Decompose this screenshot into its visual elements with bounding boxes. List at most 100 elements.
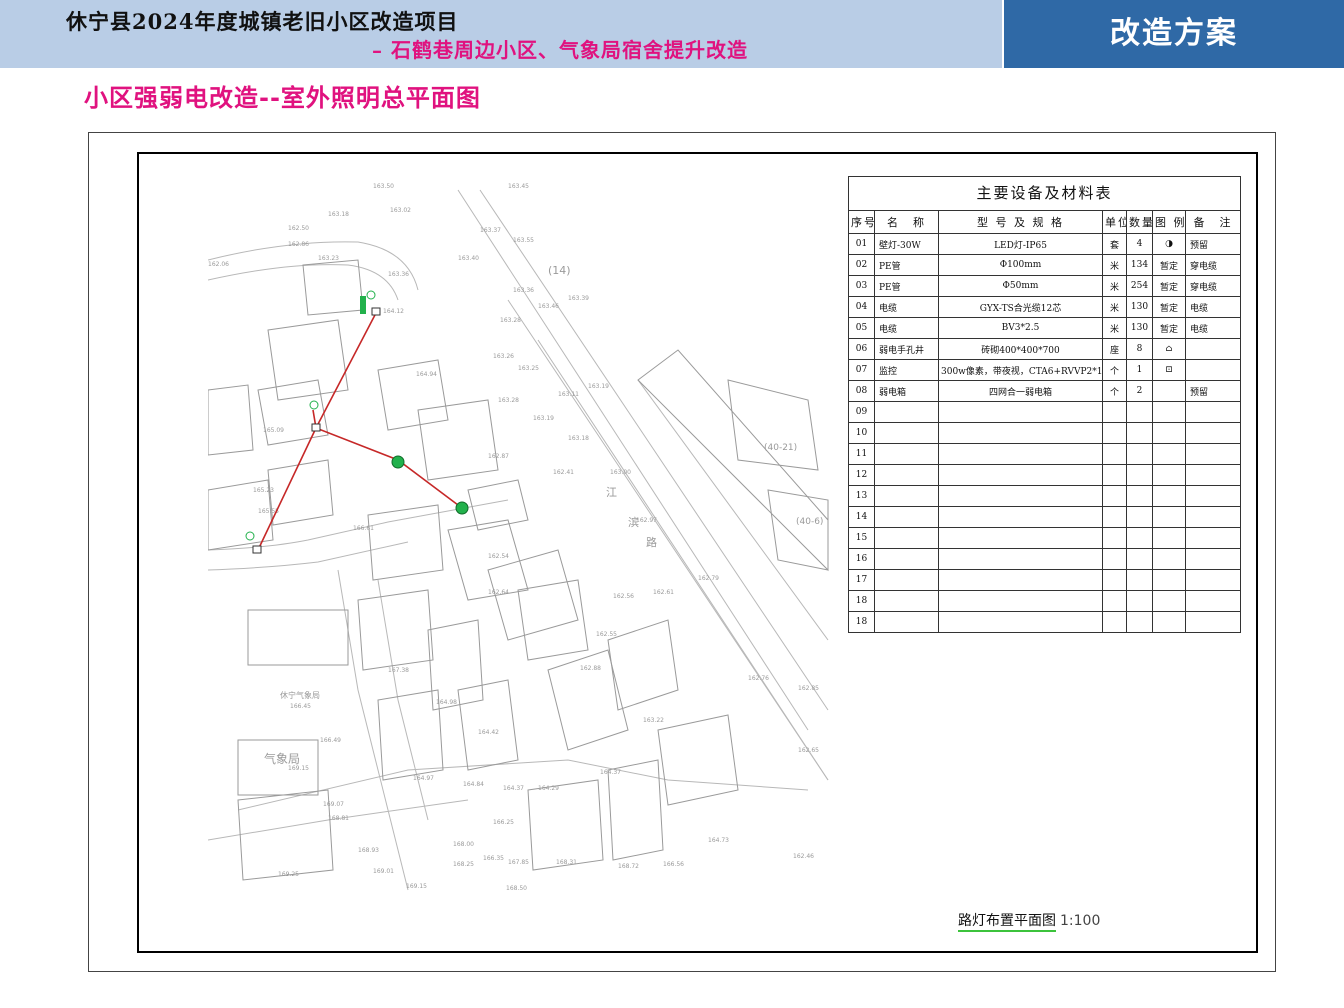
svg-text:163.00: 163.00 (610, 469, 631, 476)
table-cell-name (874, 527, 939, 549)
table-cell-name (874, 485, 939, 507)
table-cell-name: PE管 (874, 275, 939, 297)
table-cell-name (874, 590, 939, 612)
table-cell-name: PE管 (874, 254, 939, 276)
table-cell-note (1185, 464, 1241, 486)
table-cell-no: 02 (848, 254, 875, 276)
svg-text:165.09: 165.09 (263, 427, 284, 434)
table-cell-note (1185, 422, 1241, 444)
svg-text:169.07: 169.07 (323, 801, 344, 808)
table-cell-spec (938, 464, 1103, 486)
svg-text:168.93: 168.93 (358, 847, 379, 854)
svg-text:164.73: 164.73 (708, 837, 729, 844)
table-cell-no: 06 (848, 338, 875, 360)
table-cell-spec (938, 527, 1103, 549)
svg-text:166.56: 166.56 (663, 861, 684, 868)
table-cell-name: 壁灯-30W (874, 233, 939, 255)
table-cell-spec (938, 485, 1103, 507)
svg-text:169.25: 169.25 (278, 871, 299, 878)
project-title: 休宁县2024年度城镇老旧小区改造项目 (66, 9, 459, 34)
svg-text:162.85: 162.85 (798, 685, 819, 692)
table-cell-legend (1152, 401, 1186, 423)
table-cell-no: 16 (848, 548, 875, 570)
table-cell-unit (1102, 506, 1127, 528)
svg-text:162.76: 162.76 (748, 675, 769, 682)
svg-text:163.19: 163.19 (533, 415, 554, 422)
table-row: 01 壁灯-30W LED灯-IP65 套 4 ◑ 预留 (848, 233, 1241, 255)
svg-text:164.37: 164.37 (600, 769, 621, 776)
table-cell-note (1185, 485, 1241, 507)
handhole-1 (371, 307, 381, 316)
svg-text:162.88: 162.88 (580, 665, 601, 672)
table-cell-qty (1126, 506, 1153, 528)
table-cell-unit: 米 (1102, 254, 1127, 276)
col-note: 备 注 (1185, 210, 1241, 234)
svg-text:163.46: 163.46 (538, 303, 559, 310)
table-cell-spec (938, 569, 1103, 591)
table-cell-name: 电缆 (874, 296, 939, 318)
plan-caption-scale: 1:100 (1060, 913, 1101, 929)
header-banner: 休宁县2024年度城镇老旧小区改造项目 – 石鹤巷周边小区、气象局宿舍提升改造 (0, 0, 1002, 68)
svg-text:164.94: 164.94 (416, 371, 437, 378)
table-cell-spec: Φ50mm (938, 275, 1103, 297)
table-row: 15 (848, 527, 1241, 549)
table-cell-legend: 暂定 (1152, 275, 1186, 297)
svg-text:163.23: 163.23 (318, 255, 339, 262)
lot-number-label: (14) (548, 264, 571, 277)
svg-text:166.45: 166.45 (290, 703, 311, 710)
table-cell-unit (1102, 569, 1127, 591)
table-row: 02 PE管 Φ100mm 米 134 暂定 穿电缆 (848, 254, 1241, 276)
table-row: 05 电缆 BV3*2.5 米 130 暂定 电缆 (848, 317, 1241, 339)
svg-text:169.15: 169.15 (406, 883, 427, 890)
svg-text:162.97: 162.97 (636, 517, 657, 524)
table-cell-note: 预留 (1185, 380, 1241, 402)
table-row: 18 (848, 611, 1241, 633)
table-cell-unit (1102, 401, 1127, 423)
plan-caption: 路灯布置平面图 1:100 (958, 910, 1101, 932)
table-cell-no: 12 (848, 464, 875, 486)
table-cell-note (1185, 611, 1241, 633)
weak-box-symbol (360, 296, 366, 314)
table-cell-spec: Φ100mm (938, 254, 1103, 276)
svg-text:162.64: 162.64 (488, 589, 509, 596)
material-table-title: 主要设备及材料表 (848, 176, 1241, 210)
table-cell-qty (1126, 548, 1153, 570)
svg-text:162.41: 162.41 (553, 469, 574, 476)
svg-text:162.61: 162.61 (653, 589, 674, 596)
site-plan: 163.50 163.45 163.18 163.02 162.50 163.37 1… (208, 183, 829, 892)
table-cell-name: 弱电箱 (874, 380, 939, 402)
table-cell-no: 18 (848, 590, 875, 612)
table-cell-qty: 254 (1126, 275, 1153, 297)
svg-text:168.25: 168.25 (453, 861, 474, 868)
svg-text:163.55: 163.55 (513, 237, 534, 244)
wall-lamp-1 (391, 455, 405, 469)
table-cell-qty (1126, 401, 1153, 423)
handhole-2 (311, 423, 321, 432)
table-cell-name: 监控 (874, 359, 939, 381)
col-legend: 图 例 (1152, 210, 1186, 234)
table-cell-name: 弱电手孔井 (874, 338, 939, 360)
table-cell-unit (1102, 422, 1127, 444)
table-row: 06 弱电手孔井 砖砌400*400*700 座 8 ⌂ (848, 338, 1241, 360)
table-cell-legend (1152, 569, 1186, 591)
svg-text:164.98: 164.98 (436, 699, 457, 706)
table-row: 17 (848, 569, 1241, 591)
table-cell-legend (1152, 485, 1186, 507)
table-cell-spec: 四网合一弱电箱 (938, 380, 1103, 402)
svg-text:162.86: 162.86 (288, 241, 309, 248)
table-cell-unit (1102, 590, 1127, 612)
table-cell-spec (938, 548, 1103, 570)
table-cell-qty (1126, 485, 1153, 507)
svg-text:162.55: 162.55 (596, 631, 617, 638)
table-cell-unit (1102, 527, 1127, 549)
table-cell-legend: 暂定 (1152, 317, 1186, 339)
svg-text:168.31: 168.31 (556, 859, 577, 866)
svg-text:166.25: 166.25 (493, 819, 514, 826)
table-cell-spec (938, 401, 1103, 423)
svg-text:162.79: 162.79 (698, 575, 719, 582)
table-row: 09 (848, 401, 1241, 423)
col-name: 名 称 (874, 210, 939, 234)
plan-caption-name: 路灯布置平面图 (958, 913, 1056, 932)
svg-text:163.39: 163.39 (568, 295, 589, 302)
svg-text:168.72: 168.72 (618, 863, 639, 870)
